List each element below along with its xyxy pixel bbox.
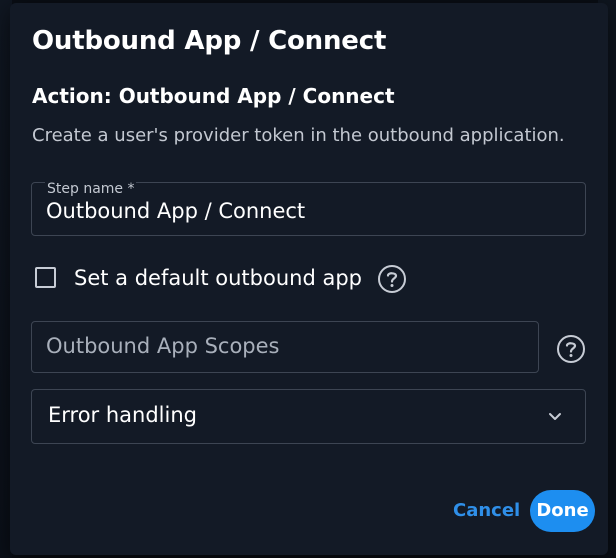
error-handling-label: Error handling	[48, 403, 197, 427]
action-description: Create a user's provider token in the ou…	[32, 125, 565, 146]
chevron-down-icon	[549, 413, 561, 420]
step-name-label: Step name *	[45, 181, 137, 197]
scopes-help-icon[interactable]	[556, 334, 586, 364]
dialog-title: Outbound App / Connect	[32, 26, 387, 56]
step-name-input[interactable]	[46, 199, 566, 223]
scopes-field[interactable]	[31, 321, 539, 373]
cancel-button[interactable]: Cancel	[453, 500, 520, 521]
help-icon[interactable]	[377, 264, 407, 294]
default-app-checkbox[interactable]	[35, 267, 56, 288]
step-config-dialog: Outbound App / Connect Action: Outbound …	[10, 3, 608, 555]
error-handling-select[interactable]: Error handling	[31, 389, 586, 444]
default-app-label[interactable]: Set a default outbound app	[74, 266, 362, 290]
done-button[interactable]: Done	[530, 490, 595, 532]
step-name-field[interactable]: Step name *	[31, 181, 586, 236]
scopes-input[interactable]	[46, 334, 526, 358]
action-title: Action: Outbound App / Connect	[32, 84, 395, 108]
